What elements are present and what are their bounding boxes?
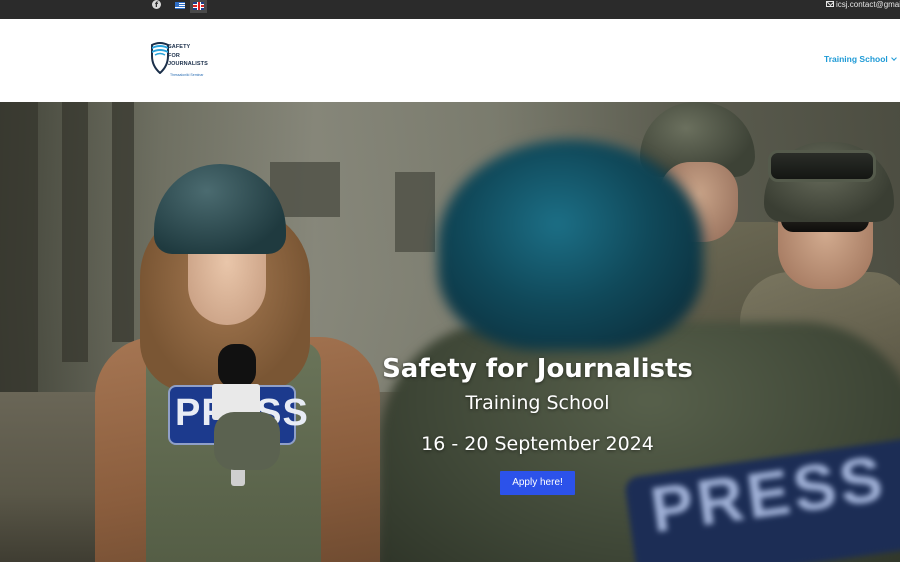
nav-training-school-label: Training School bbox=[824, 54, 888, 64]
uk-flag-icon bbox=[193, 2, 204, 10]
logo-line3: JOURNALISTS bbox=[168, 61, 208, 67]
photo-goggles bbox=[768, 150, 876, 182]
apply-button[interactable]: Apply here! bbox=[500, 471, 575, 495]
logo-line1: SAFETY bbox=[168, 44, 191, 50]
hero-banner: PRESS PRESS Safety for Journalists Train… bbox=[0, 102, 900, 562]
logo-tagline: Thessaloniki Seminar bbox=[170, 73, 204, 77]
site-logo[interactable]: SAFETY FOR JOURNALISTS Thessaloniki Semi… bbox=[151, 40, 221, 82]
photo-blurred-helmet bbox=[438, 140, 703, 350]
envelope-icon bbox=[826, 1, 834, 7]
chevron-down-icon bbox=[890, 55, 897, 61]
greek-flag-icon[interactable] bbox=[175, 2, 185, 9]
site-header: SAFETY FOR JOURNALISTS Thessaloniki Semi… bbox=[0, 19, 900, 102]
hero-subtitle: Training School bbox=[465, 392, 610, 414]
nav-training-school[interactable]: Training School bbox=[824, 54, 897, 64]
facebook-icon[interactable]: f bbox=[152, 0, 161, 9]
shield-logo-icon bbox=[151, 42, 169, 74]
photo-pillar bbox=[112, 102, 134, 342]
language-en-selected[interactable] bbox=[190, 0, 207, 13]
photo-pillar bbox=[62, 102, 88, 362]
contact-email-link[interactable]: icsj.contact@gmail bbox=[826, 0, 900, 10]
top-bar: f icsj.contact@gmail bbox=[0, 0, 900, 19]
photo-window bbox=[395, 172, 435, 252]
logo-wordmark: SAFETY FOR JOURNALISTS bbox=[168, 43, 208, 69]
hero-dates: 16 - 20 September 2024 bbox=[421, 433, 654, 455]
logo-line2: FOR bbox=[168, 52, 180, 59]
hero-title: Safety for Journalists bbox=[382, 354, 693, 384]
contact-email-text: icsj.contact@gmail bbox=[836, 0, 900, 9]
